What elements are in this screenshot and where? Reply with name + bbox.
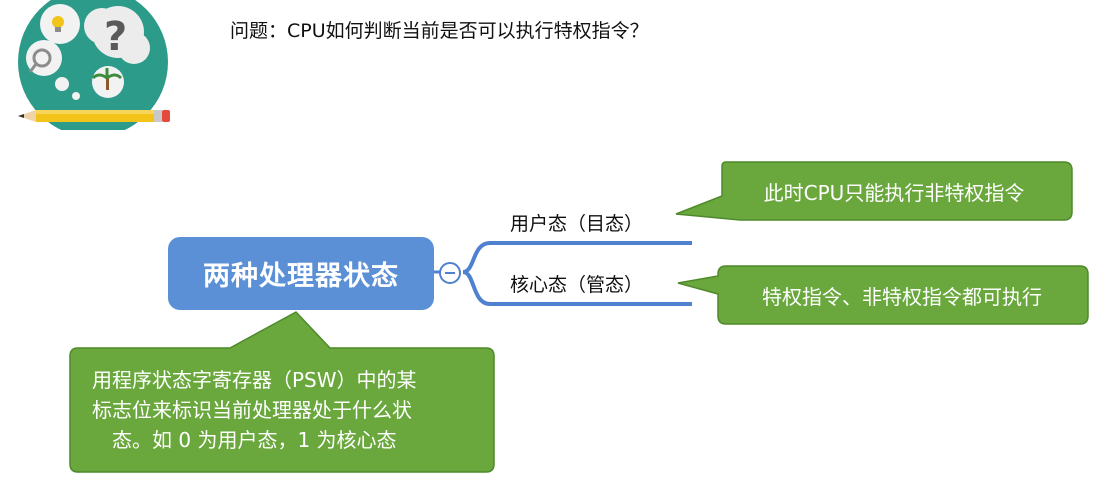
- central-topic-node[interactable]: 两种处理器状态: [168, 237, 434, 310]
- callout-user-mode-text: 此时CPU只能执行非特权指令: [763, 180, 1025, 205]
- branch-label-kernel-mode[interactable]: 核心态（管态）: [510, 270, 643, 297]
- psw-line-2: 标志位来标识当前处理器处于什么状: [92, 398, 412, 422]
- branch-label-user-mode[interactable]: 用户态（目态）: [510, 209, 643, 236]
- psw-line-3: 态。如 0 为用户态，1 为核心态: [112, 428, 397, 452]
- callout-kernel-mode-text: 特权指令、非特权指令都可执行: [762, 284, 1042, 309]
- psw-line-1: 用程序状态字寄存器（PSW）中的某: [92, 368, 417, 392]
- branch-line-user: [462, 241, 692, 274]
- slide-canvas: ? 问题：CPU如何判断当前是否可以执行特权指令？ 两种处理器状态 用户态（目态…: [0, 0, 1120, 484]
- callout-psw-text: 用程序状态字寄存器（PSW）中的某 标志位来标识当前处理器处于什么状 态。如 0…: [70, 348, 494, 472]
- collapse-toggle-icon[interactable]: [438, 261, 462, 285]
